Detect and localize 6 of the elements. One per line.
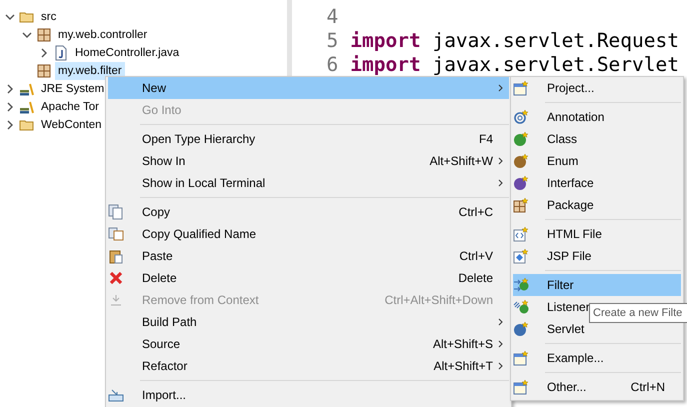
code-line: import javax.servlet.Request xyxy=(350,28,680,52)
line-number: 6 xyxy=(326,52,340,76)
code-line: import javax.servlet.Servlet xyxy=(350,52,680,76)
tooltip: Create a new Filte xyxy=(589,303,687,323)
line-number: 4 xyxy=(326,4,340,28)
line-number: 5 xyxy=(326,28,340,52)
